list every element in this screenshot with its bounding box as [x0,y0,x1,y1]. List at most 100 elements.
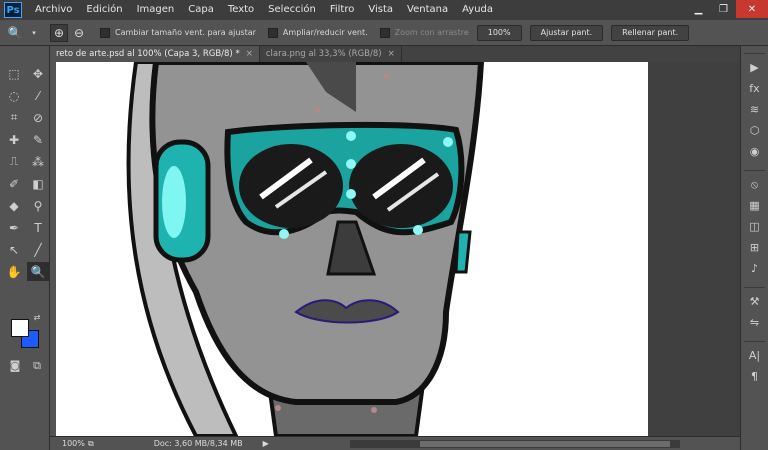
frame-light-4 [443,137,453,147]
panel-dock: ▶ fx ≋ ⬡ ◉ ⦸ ▦ ◫ ⊞ ♪ ⚒ ⇋ A| ¶ [740,46,768,450]
play-icon[interactable]: ▶ [744,58,766,77]
menu-imagen[interactable]: Imagen [130,0,182,20]
dot-marker [371,407,377,413]
close-tab-icon[interactable]: × [388,49,395,59]
menu-texto[interactable]: Texto [221,0,261,20]
dot-marker [315,107,321,113]
menu-capa[interactable]: Capa [181,0,221,20]
panel-separator [744,163,765,171]
grid-icon[interactable]: ◫ [744,217,766,236]
quick-mask-icon[interactable]: ◙ [4,356,26,375]
line-tool-icon[interactable]: ╱ [27,240,49,259]
status-menu-arrow[interactable]: ▶ [263,439,269,448]
tab-label: clara.png al 33,3% (RGB/8) [265,49,382,59]
brush-tool-icon[interactable]: ✎ [27,130,49,149]
tool-presets-icon[interactable]: ⚒ [744,292,766,311]
scrubby-zoom-checkbox[interactable]: Zoom con arrastre [379,27,469,38]
layers-icon[interactable]: ≋ [744,100,766,119]
dodge-tool-icon[interactable]: ⚲ [27,196,49,215]
menu-archivo[interactable]: Archivo [28,0,79,20]
menu-filtro[interactable]: Filtro [323,0,362,20]
menu-seleccion[interactable]: Selección [261,0,323,20]
tab-clara[interactable]: clara.png al 33,3% (RGB/8) × [260,46,402,62]
blur-tool-icon[interactable]: ◆ [3,196,25,215]
eraser-tool-icon[interactable]: ✐ [3,174,25,193]
paragraph-icon[interactable]: ¶ [744,367,766,386]
frame-light-3 [346,189,356,199]
frame-light-5 [279,229,289,239]
swap-colors-icon[interactable]: ⇄ [31,312,43,322]
zoom-all-windows-checkbox[interactable]: Ampliar/reducir vent. [267,27,368,38]
pen-tool-icon[interactable]: ✒ [3,218,25,237]
checkbox-box[interactable] [379,27,390,38]
document-size-info: Doc: 3,60 MB/8,34 MB [153,439,243,448]
panel-separator [744,334,765,342]
right-lens-shape [349,144,453,228]
tab-reto-de-arte[interactable]: reto de arte.psd al 100% (Capa 3, RGB/8)… [50,46,260,62]
info-icon[interactable]: ⊞ [744,238,766,257]
quick-selection-tool-icon[interactable]: ⁄ [27,86,49,105]
zoom-level[interactable]: 100% [50,439,85,448]
move-tool-icon[interactable]: ✥ [27,64,49,83]
gradient-tool-icon[interactable]: ◧ [27,174,49,193]
hand-tool-icon[interactable]: ✋ [3,262,25,281]
menu-ayuda[interactable]: Ayuda [455,0,500,20]
zoom-out-icon[interactable]: ⊖ [70,24,88,42]
resize-windows-checkbox[interactable]: Cambiar tamaño vent. para ajustar [100,27,256,38]
fx-icon[interactable]: fx [744,79,766,98]
preview-icon[interactable]: ⧉ [88,439,94,449]
swatches-icon[interactable]: ▦ [744,196,766,215]
status-bar: 100% ⧉ Doc: 3,60 MB/8,34 MB ▶ [50,436,740,450]
close-tab-icon[interactable]: × [246,49,253,59]
checkbox-box[interactable] [267,27,278,38]
zoom-tool-icon[interactable]: 🔍 [6,24,24,42]
channels-icon[interactable]: ⬡ [744,121,766,140]
checkbox-box[interactable] [100,27,110,38]
dot-marker [383,73,389,79]
fill-screen-button[interactable]: Rellenar pant. [611,24,690,41]
path-selection-tool-icon[interactable]: ↖ [3,240,25,259]
tab-label: reto de arte.psd al 100% (Capa 3, RGB/8)… [56,49,240,59]
menu-ventana[interactable]: Ventana [400,0,455,20]
history-brush-tool-icon[interactable]: ⁂ [27,152,49,171]
fit-screen-button[interactable]: Ajustar pant. [529,24,604,41]
restore-button[interactable]: ❐ [711,0,736,18]
clone-stamp-tool-icon[interactable]: ⎍ [3,152,25,171]
crop-tool-icon[interactable]: ⌗ [3,108,25,127]
right-ear-shape [454,230,472,274]
actual-pixels-button[interactable]: 100% [476,24,522,41]
minimize-button[interactable]: ▁ [686,0,711,18]
options-bar: 🔍 ▾ ⊕ ⊖ Cambiar tamaño vent. para ajusta… [0,20,768,46]
photoshop-logo: Ps [4,2,22,18]
zoom-in-icon[interactable]: ⊕ [50,23,68,42]
window-controls: ▁ ❐ ✕ [686,0,768,20]
dot-marker [275,405,281,411]
zoom-tool-icon[interactable]: 🔍 [27,262,49,281]
frame-light-2 [346,159,356,169]
adjustments-icon[interactable]: ⦸ [744,175,766,194]
frame-light-1 [346,131,356,141]
character-icon[interactable]: A| [744,346,766,365]
foreground-color-swatch[interactable] [11,319,29,337]
brush-settings-icon[interactable]: ⇋ [744,313,766,332]
scrollbar-thumb[interactable] [420,441,670,447]
marquee-tool-icon[interactable]: ⬚ [3,64,25,83]
checkbox-label: Zoom con arrastre [394,28,469,37]
horizontal-scrollbar[interactable] [350,440,680,448]
photoshop-window: Ps Archivo Edición Imagen Capa Texto Sel… [0,0,768,450]
chevron-down-icon[interactable]: ▾ [30,24,38,42]
paths-icon[interactable]: ◉ [744,142,766,161]
lasso-tool-icon[interactable]: ◌ [3,86,25,105]
healing-brush-tool-icon[interactable]: ✚ [3,130,25,149]
menu-vista[interactable]: Vista [361,0,400,20]
close-button[interactable]: ✕ [736,0,768,18]
screen-mode-icon[interactable]: ⧉ [26,356,48,375]
tools-panel: ⬚ ✥ ◌ ⁄ ⌗ ⊘ ✚ ✎ ⎍ ⁂ ✐ ◧ ◆ ⚲ ✒ T ↖ ╱ ✋ 🔍 … [0,46,50,450]
eyedropper-tool-icon[interactable]: ⊘ [27,108,49,127]
type-tool-icon[interactable]: T [27,218,49,237]
artwork [126,62,485,436]
document-canvas[interactable] [56,62,648,436]
panel-separator [744,280,765,288]
menu-edicion[interactable]: Edición [79,0,129,20]
actions-icon[interactable]: ♪ [744,259,766,278]
